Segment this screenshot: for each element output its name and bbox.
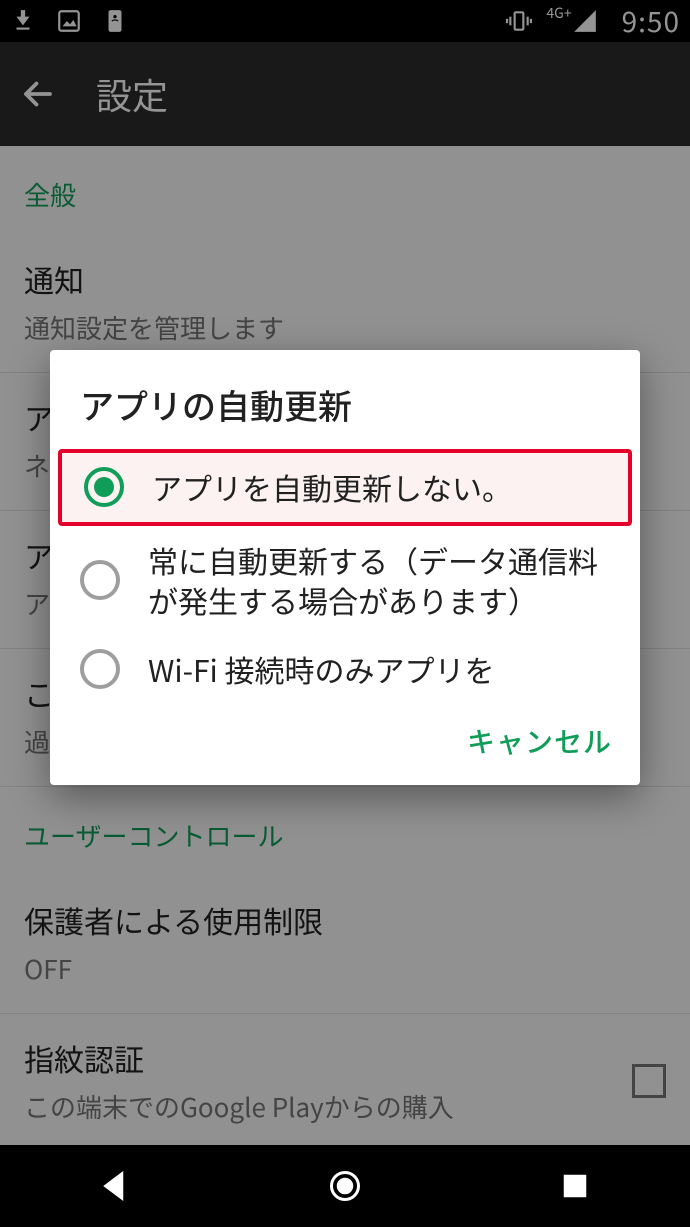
nav-back-icon[interactable] — [91, 1162, 139, 1210]
option-label: Wi-Fi 接続時のみアプリを — [148, 649, 610, 690]
dialog-options: アプリを自動更新しない。 常に自動更新する（データ通信料が発生する場合があります… — [50, 449, 640, 703]
option-do-not-auto-update[interactable]: アプリを自動更新しない。 — [58, 449, 632, 526]
radio-icon — [84, 467, 124, 507]
radio-icon — [80, 560, 120, 600]
option-label: 常に自動更新する（データ通信料が発生する場合があります） — [148, 540, 610, 621]
option-always-auto-update[interactable]: 常に自動更新する（データ通信料が発生する場合があります） — [50, 526, 640, 635]
dialog-title: アプリの自動更新 — [50, 380, 640, 449]
cancel-button[interactable]: キャンセル — [467, 721, 612, 761]
auto-update-dialog: アプリの自動更新 アプリを自動更新しない。 常に自動更新する（データ通信料が発生… — [50, 350, 640, 785]
option-wifi-only[interactable]: Wi-Fi 接続時のみアプリを — [50, 635, 640, 704]
option-label: アプリを自動更新しない。 — [152, 467, 606, 508]
nav-recents-icon[interactable] — [551, 1162, 599, 1210]
nav-home-icon[interactable] — [321, 1162, 369, 1210]
radio-icon — [80, 649, 120, 689]
system-nav-bar — [0, 1145, 690, 1227]
